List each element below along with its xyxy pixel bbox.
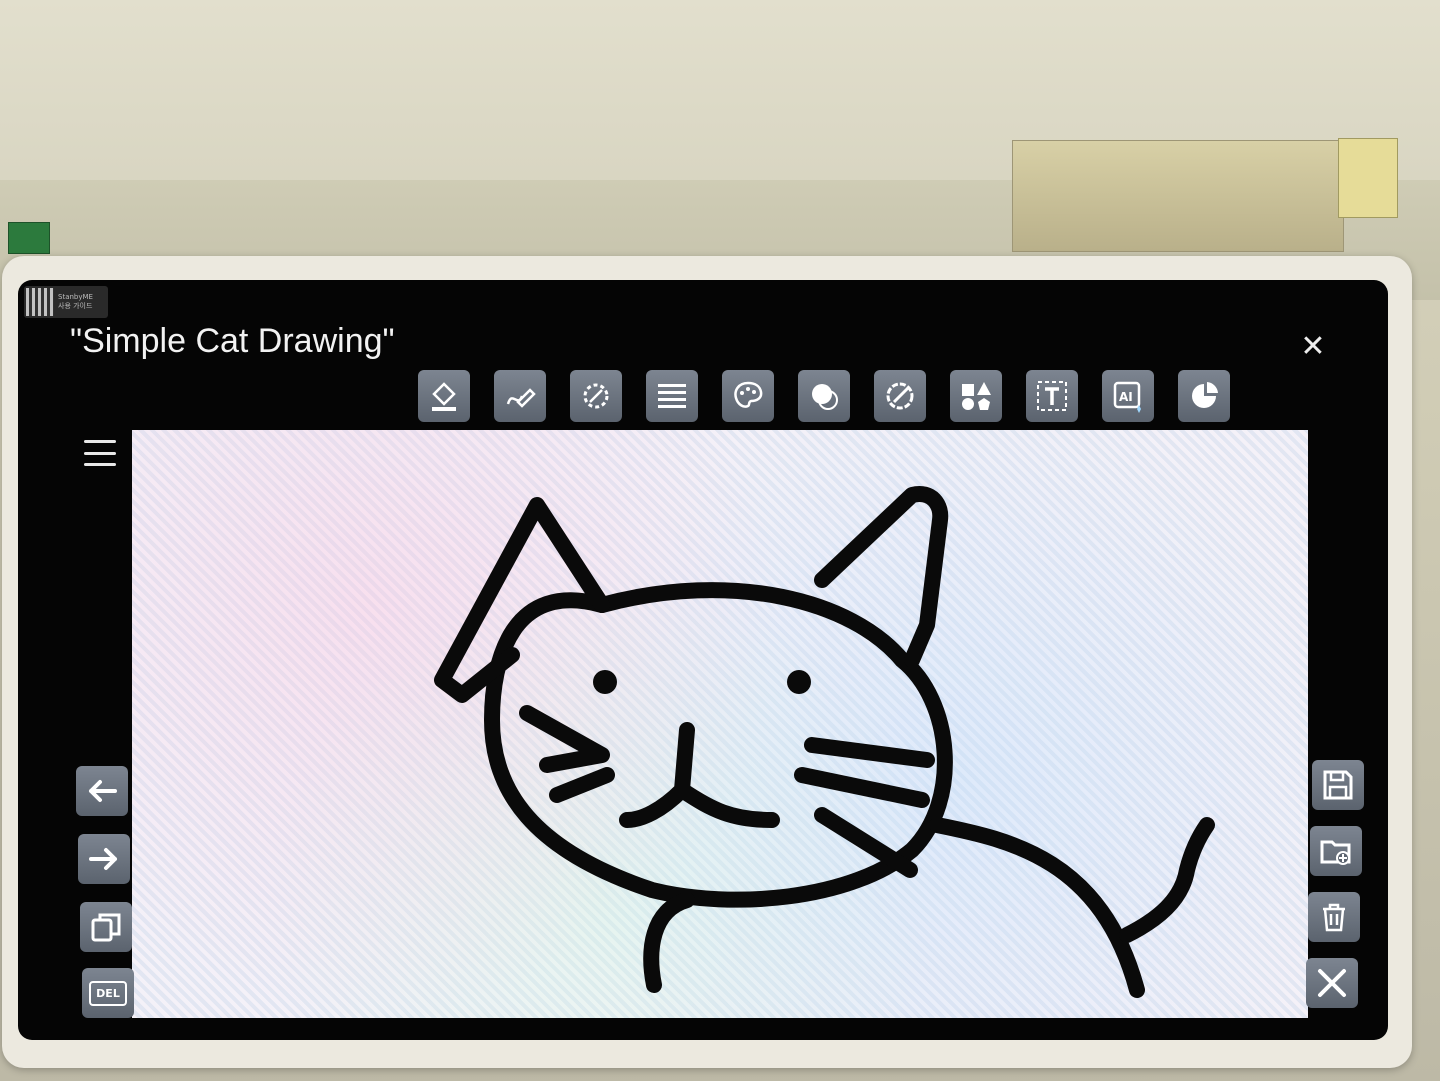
brush-settings-icon[interactable] bbox=[570, 370, 622, 422]
drawing-canvas[interactable] bbox=[132, 430, 1308, 1018]
delete-label: DEL bbox=[89, 980, 127, 1006]
qr-badge-line2: 사용 가이드 bbox=[58, 302, 93, 310]
eraser-icon[interactable] bbox=[798, 370, 850, 422]
qr-badge-line1: StanbyME bbox=[58, 293, 93, 301]
trash-icon bbox=[1323, 903, 1345, 932]
menu-icon[interactable] bbox=[84, 440, 116, 466]
pen-icon[interactable] bbox=[494, 370, 546, 422]
drawing-app-screen: StanbyME 사용 가이드 "Simple Cat Drawing" ✕ A… bbox=[18, 280, 1388, 1040]
color-picker-icon[interactable] bbox=[874, 370, 926, 422]
cat-right-eye bbox=[787, 670, 811, 694]
drawing-title: "Simple Cat Drawing" bbox=[70, 322, 395, 360]
exit-button[interactable] bbox=[1306, 958, 1358, 1008]
close-icon[interactable]: ✕ bbox=[1298, 332, 1328, 362]
delete-button[interactable]: DEL bbox=[82, 968, 134, 1018]
arrow-left-icon bbox=[89, 780, 117, 802]
save-button[interactable] bbox=[1312, 760, 1364, 810]
redo-button[interactable] bbox=[78, 834, 130, 884]
fill-bucket-icon[interactable] bbox=[418, 370, 470, 422]
lines-icon[interactable] bbox=[646, 370, 698, 422]
arrow-right-icon bbox=[89, 848, 117, 870]
shapes-icon[interactable] bbox=[950, 370, 1002, 422]
exit-sign bbox=[8, 222, 50, 254]
wall-panel bbox=[1338, 138, 1398, 218]
close-icon bbox=[1318, 969, 1346, 997]
wall-unit bbox=[1012, 140, 1344, 252]
cat-body bbox=[643, 817, 1145, 998]
text-icon[interactable] bbox=[1026, 370, 1078, 422]
copy-icon bbox=[91, 913, 121, 942]
qr-code-icon bbox=[26, 288, 54, 316]
pie-chart-icon[interactable] bbox=[1178, 370, 1230, 422]
clear-canvas-button[interactable] bbox=[1308, 892, 1360, 942]
open-file-button[interactable] bbox=[1310, 826, 1362, 876]
palette-icon[interactable] bbox=[722, 370, 774, 422]
cat-nose-mouth bbox=[619, 722, 780, 828]
save-icon bbox=[1323, 770, 1353, 800]
cat-left-cheek bbox=[519, 705, 615, 803]
copy-button[interactable] bbox=[80, 902, 132, 952]
svg-text:AI: AI bbox=[1119, 390, 1133, 404]
undo-button[interactable] bbox=[76, 766, 128, 816]
qr-guide-badge[interactable]: StanbyME 사용 가이드 bbox=[24, 286, 108, 318]
cat-drawing bbox=[434, 486, 1215, 998]
folder-add-icon bbox=[1320, 840, 1351, 865]
cat-tail bbox=[1119, 817, 1215, 943]
ai-icon[interactable]: AI bbox=[1102, 370, 1154, 422]
tool-toolbar: AI bbox=[418, 370, 1230, 424]
cat-left-eye bbox=[593, 670, 617, 694]
